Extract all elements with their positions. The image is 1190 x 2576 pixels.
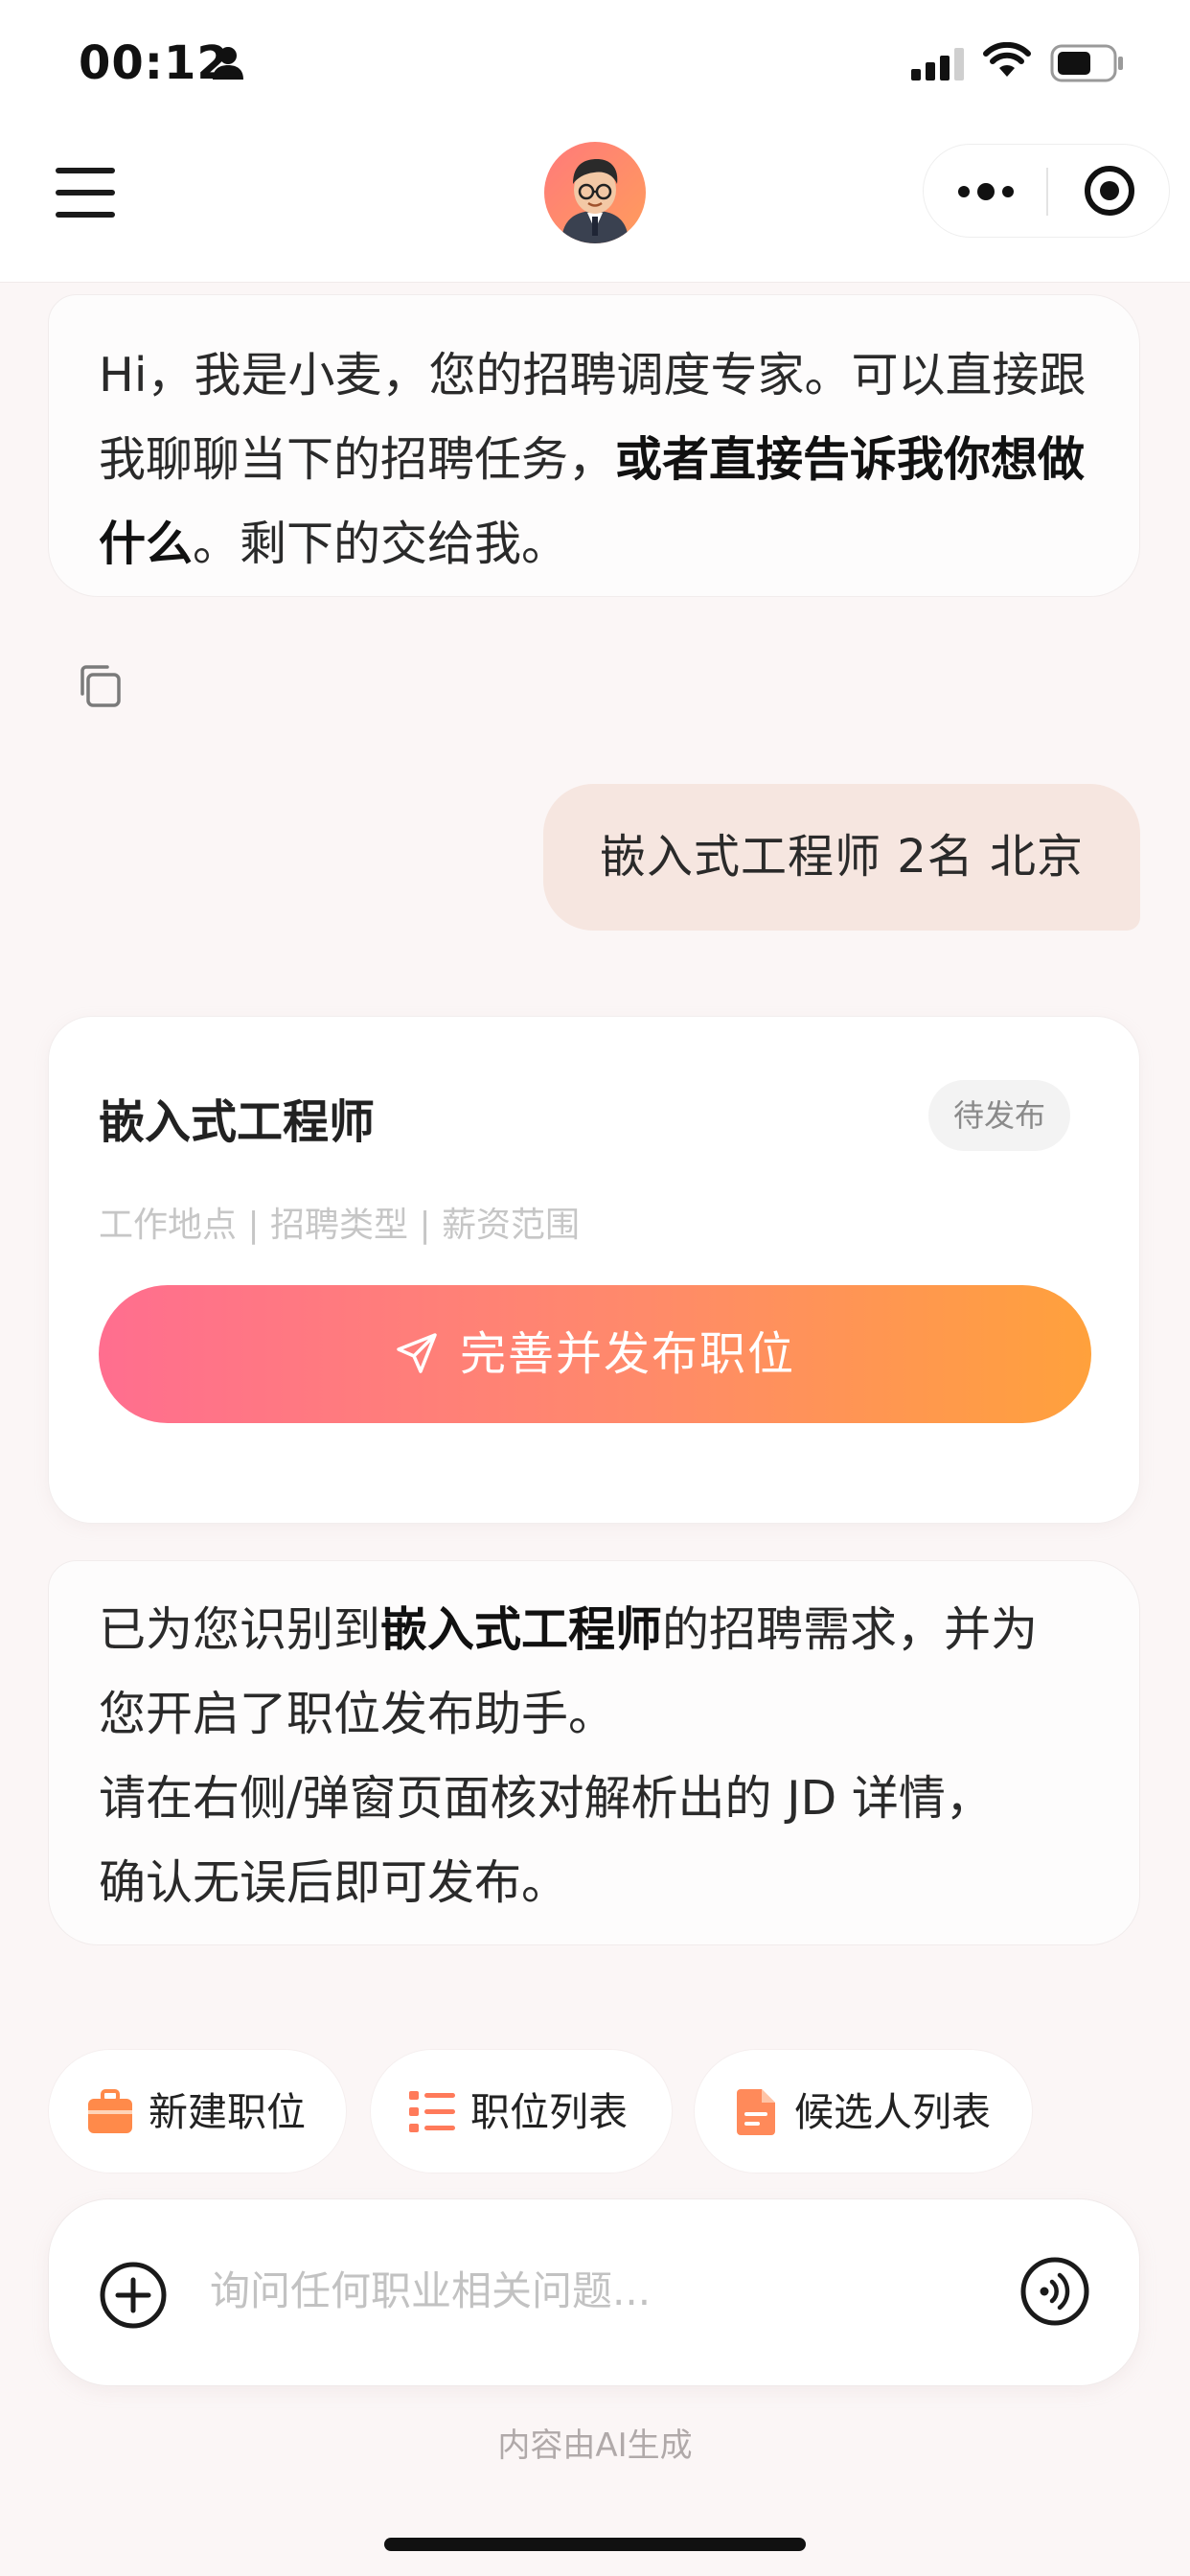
reply-line-4: 确认无误后即可发布。	[99, 1855, 569, 1910]
user-message: 嵌入式工程师 2名 北京	[543, 784, 1140, 931]
briefcase-icon	[88, 2089, 132, 2133]
avatar-illustration	[561, 159, 629, 243]
reply-line-1-bold: 嵌入式工程师	[380, 1602, 663, 1657]
document-icon	[737, 2089, 775, 2135]
quick-action-job-list[interactable]: 职位列表	[370, 2049, 673, 2174]
capsule-divider	[1046, 168, 1048, 216]
quick-action-candidate-list[interactable]: 候选人列表	[694, 2049, 1033, 2174]
greeting-text-part2: 。剩下的交给我。	[193, 517, 569, 571]
quick-action-candidate-list-label: 候选人列表	[794, 2089, 991, 2135]
chat-input[interactable]	[210, 2257, 995, 2324]
assistant-avatar[interactable]	[544, 142, 646, 243]
ai-message-reply: 已为您识别到嵌入式工程师的招聘需求，并为 您开启了职位发布助手。 请在右侧/弹窗…	[48, 1560, 1140, 1945]
menu-icon[interactable]	[56, 168, 115, 218]
wifi-icon	[983, 42, 1031, 77]
list-icon	[409, 2091, 455, 2132]
greeting-text: Hi，我是小麦，您的招聘调度专家。可以直接跟我聊聊当下的招聘任务，或者直接告诉我…	[99, 334, 1089, 586]
job-title: 嵌入式工程师	[99, 1095, 376, 1149]
reply-line-1-post: 的招聘需求，并为	[662, 1602, 1039, 1657]
plus-icon[interactable]	[99, 2261, 168, 2330]
quick-action-new-job[interactable]: 新建职位	[48, 2049, 347, 2174]
person-icon	[213, 47, 243, 80]
quick-action-job-list-label: 职位列表	[470, 2089, 628, 2135]
job-card[interactable]: 嵌入式工程师 待发布 工作地点 | 招聘类型 | 薪资范围 完善并发布职位	[48, 1016, 1140, 1524]
status-bar: 00:12	[0, 0, 1190, 129]
status-badge: 待发布	[928, 1080, 1070, 1151]
send-icon	[397, 1333, 437, 1373]
reply-line-1: 已为您识别到嵌入式工程师的招聘需求，并为	[99, 1588, 1089, 1672]
signal-icon	[911, 48, 964, 80]
voice-icon[interactable]	[1018, 2255, 1091, 2328]
battery-icon	[1050, 44, 1123, 82]
publish-job-button[interactable]: 完善并发布职位	[99, 1285, 1091, 1423]
reply-line-2: 您开启了职位发布助手。	[99, 1687, 616, 1741]
reply-line-1-pre: 已为您识别到	[99, 1602, 381, 1657]
more-icon[interactable]	[952, 168, 1019, 216]
reply-line-3: 请在右侧/弹窗页面核对解析出的 JD 详情，	[99, 1771, 993, 1826]
job-meta-placeholder: 工作地点 | 招聘类型 | 薪资范围	[99, 1206, 581, 1245]
home-indicator	[384, 2538, 806, 2551]
nav-bar	[0, 129, 1190, 283]
status-time: 00:12	[79, 36, 230, 90]
ai-disclaimer: 内容由AI生成	[497, 2426, 693, 2465]
quick-action-new-job-label: 新建职位	[149, 2089, 306, 2135]
copy-icon[interactable]	[75, 661, 125, 711]
chat-input-bar	[48, 2198, 1140, 2386]
publish-job-label: 完善并发布职位	[459, 1327, 795, 1381]
ai-message-greeting: Hi，我是小麦，您的招聘调度专家。可以直接跟我聊聊当下的招聘任务，或者直接告诉我…	[48, 294, 1140, 597]
mini-program-capsule	[923, 144, 1170, 238]
close-target-icon[interactable]	[1083, 164, 1136, 218]
